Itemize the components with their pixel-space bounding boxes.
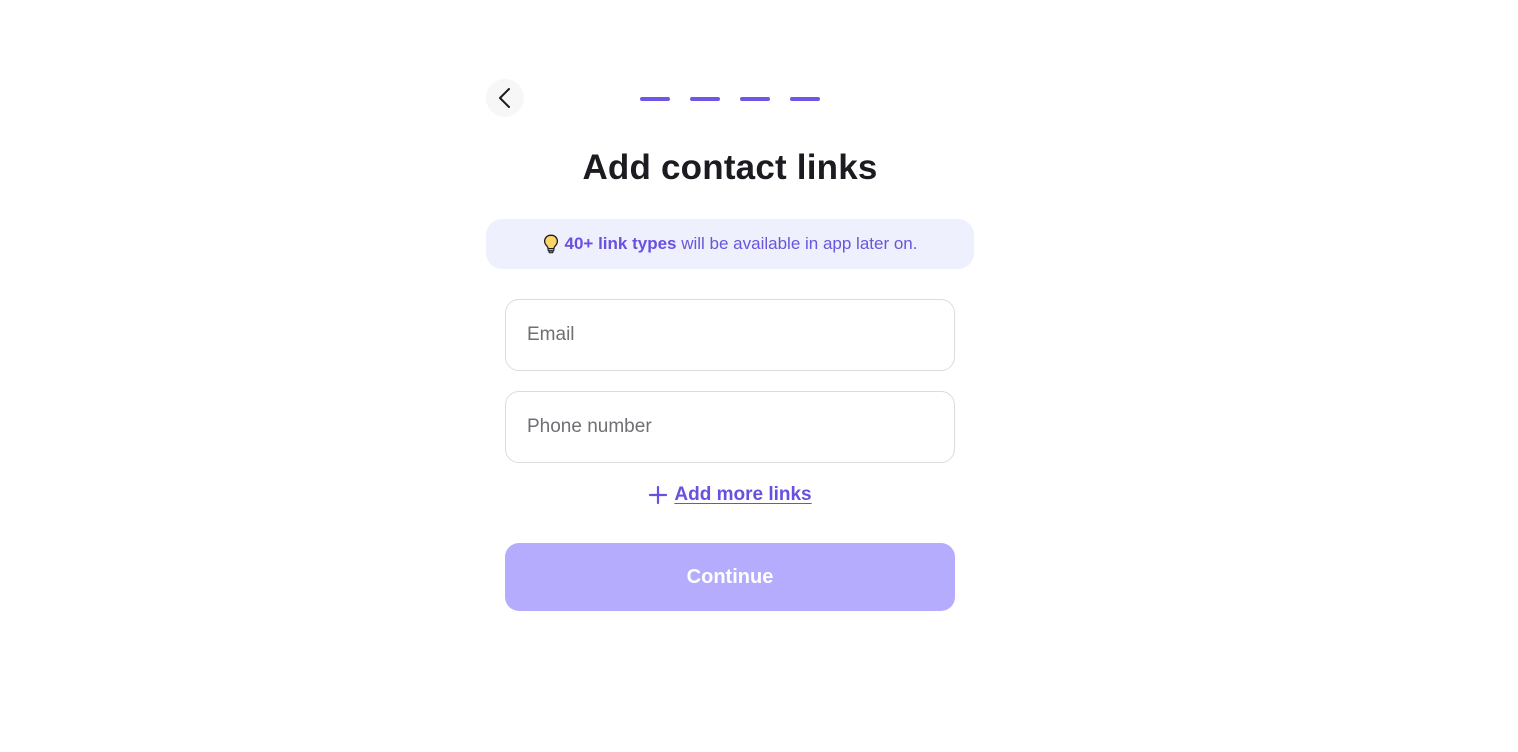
chevron-left-icon	[499, 88, 510, 108]
back-button[interactable]	[486, 79, 524, 117]
plus-icon	[649, 485, 668, 505]
page-title: Add contact links	[582, 148, 878, 187]
email-input[interactable]	[506, 300, 954, 370]
contact-links-page: Add contact links 40+ link types will be…	[0, 0, 1518, 752]
progress-step-4	[790, 97, 820, 101]
hint-text: 40+ link types will be available in app …	[565, 234, 918, 254]
phone-input[interactable]	[506, 392, 954, 462]
progress-step-2	[690, 97, 720, 101]
add-more-links-link[interactable]: Add more links	[505, 484, 955, 506]
progress-indicator	[640, 97, 820, 101]
progress-step-3	[740, 97, 770, 101]
hint-rest-text: will be available in app later on.	[676, 234, 918, 253]
add-more-links-label: Add more links	[674, 484, 812, 505]
hint-banner: 40+ link types will be available in app …	[486, 219, 974, 269]
continue-button[interactable]: Continue	[505, 543, 955, 611]
phone-field	[505, 391, 955, 463]
progress-step-1	[640, 97, 670, 101]
lightbulb-icon	[543, 234, 559, 254]
email-field	[505, 299, 955, 371]
hint-bold-text: 40+ link types	[564, 234, 677, 253]
